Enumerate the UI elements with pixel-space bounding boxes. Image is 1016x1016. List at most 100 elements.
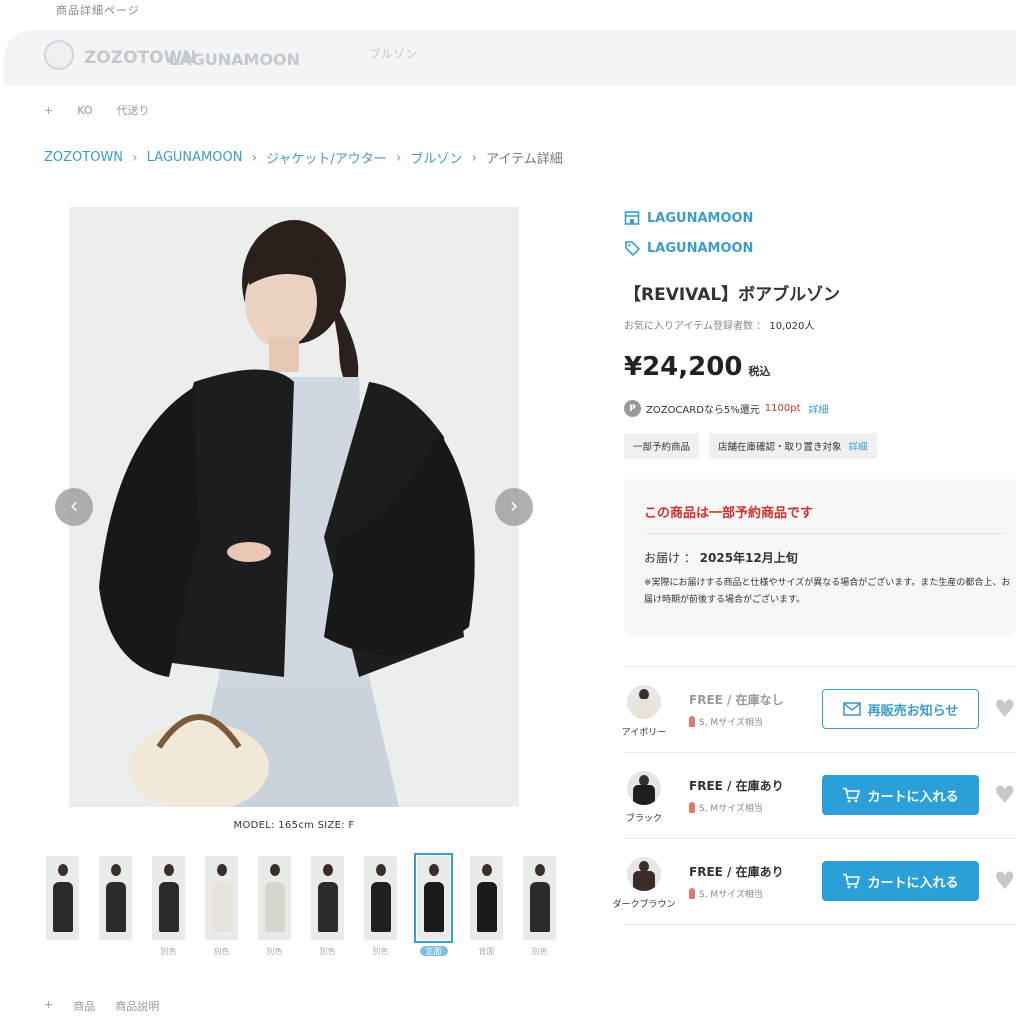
thumbnail-label: 別色	[319, 947, 336, 956]
thumbnail-image[interactable]	[99, 856, 132, 940]
delivery-value: 2025年12月上旬	[699, 551, 798, 565]
thumbnail-item[interactable]: 別色	[152, 856, 185, 956]
color-swatch-group[interactable]: ダークブラウン	[613, 857, 676, 910]
color-swatch-group[interactable]: ブラック	[624, 771, 664, 824]
color-swatch[interactable]	[627, 857, 661, 891]
thumbnail-model-head	[58, 864, 68, 876]
fit-text: S, Mサイズ相当	[699, 890, 763, 900]
thumbnail-item[interactable]: 別色	[258, 856, 291, 956]
brand-shop-link[interactable]: LAGUNAMOON	[624, 210, 753, 226]
thumbnail-label: 別色	[372, 947, 389, 956]
bottom-tab[interactable]: +	[44, 998, 53, 1014]
color-swatch[interactable]	[627, 771, 661, 805]
preorder-notice: この商品は一部予約商品です お届け ： 2025年12月上旬 ※実際にお届けする…	[624, 479, 1016, 636]
bottom-tab[interactable]: 商品	[73, 998, 95, 1014]
gallery-prev-button[interactable]: ‹	[55, 488, 93, 526]
thumbnail-model-head	[164, 864, 174, 876]
thumbnail-label: 別色	[266, 947, 283, 956]
cart-icon	[843, 873, 861, 889]
add-to-cart-button[interactable]: カートに入れる	[822, 775, 979, 815]
chevron-right-icon: ›	[132, 149, 138, 166]
cart-icon	[843, 787, 861, 803]
breadcrumb: ZOZOTOWN › LAGUNAMOON › ジャケット/アウター › ブルゾ…	[44, 148, 563, 168]
bottom-tab[interactable]: 商品説明	[115, 998, 159, 1014]
points-detail-link[interactable]: 詳細	[809, 401, 829, 416]
sub-nav: + KO 代送り	[44, 102, 150, 118]
thumbnail-item[interactable]: 正面	[414, 853, 453, 956]
heart-icon[interactable]: ♥	[994, 697, 1016, 721]
person-icon	[689, 888, 695, 899]
brand-tag-label: LAGUNAMOON	[647, 240, 754, 256]
thumbnail-item[interactable]: 別色	[364, 856, 397, 956]
points-icon: P	[624, 400, 641, 417]
product-title: 【REVIVAL】ボアブルゾン	[624, 285, 841, 305]
thumbnail-model-body	[371, 882, 391, 932]
color-name: アイボリー	[621, 728, 667, 738]
model-photo-illustration	[69, 207, 519, 807]
thumbnail-item[interactable]	[46, 856, 79, 956]
stock-status: FREE / 在庫あり	[689, 779, 784, 793]
tag-detail-link[interactable]: 詳細	[849, 442, 868, 453]
breadcrumb-link-zozotown[interactable]: ZOZOTOWN	[44, 150, 123, 165]
header-brand-name[interactable]: LAGUNAMOON	[169, 50, 300, 69]
thumbnail-item[interactable]: 別色	[523, 856, 556, 956]
fit-text: S, Mサイズ相当	[699, 718, 763, 728]
thumbnail-label: 正面	[419, 946, 448, 956]
thumbnail-image[interactable]	[46, 856, 79, 940]
thumbnail-item[interactable]: 別色	[311, 856, 344, 956]
stock-status: FREE / 在庫あり	[689, 865, 784, 879]
points-row: P ZOZOCARDなら5%還元 1100pt 詳細	[624, 400, 829, 417]
logo-icon[interactable]	[44, 40, 74, 70]
shop-icon	[624, 211, 640, 225]
thumbnail-item[interactable]: 別色	[205, 856, 238, 956]
thumbnail-model-head	[482, 864, 492, 876]
thumbnail-model-head	[217, 864, 227, 876]
color-swatch[interactable]	[627, 685, 661, 719]
site-header: ZOZOTOWN LAGUNAMOON ブルゾン	[4, 30, 1016, 86]
sub-nav-item[interactable]: 代送り	[117, 102, 150, 118]
thumbnail-label: 別色	[213, 947, 230, 956]
restock-notify-button[interactable]: 再販売お知らせ	[822, 689, 979, 729]
thumbnail-item[interactable]: 背面	[470, 856, 503, 956]
person-icon	[689, 802, 695, 813]
preorder-title: この商品は一部予約商品です	[644, 506, 814, 521]
heart-icon[interactable]: ♥	[994, 869, 1016, 893]
thumbnail-model-head	[323, 864, 333, 876]
thumbnail-model-body	[265, 882, 285, 932]
thumbnail-label: 背面	[478, 947, 495, 956]
tag-store-stock: 店舗在庫確認・取り置き対象 詳細	[709, 433, 877, 459]
gallery-next-button[interactable]: ›	[495, 488, 533, 526]
thumbnail-image[interactable]	[364, 856, 397, 940]
preorder-note: ※実際にお届けする商品と仕様やサイズが異なる場合がございます。また生産の都合上、…	[644, 578, 1011, 605]
fit-info: S, Mサイズ相当	[689, 715, 763, 728]
thumbnail-model-head	[376, 864, 386, 876]
points-value: 1100pt	[764, 403, 801, 414]
points-text: ZOZOCARDなら5%還元	[646, 405, 760, 416]
breadcrumb-link-category[interactable]: ジャケット/アウター	[266, 148, 387, 167]
thumbnail-image[interactable]	[523, 856, 556, 940]
color-swatch-group[interactable]: アイボリー	[621, 685, 667, 738]
add-to-cart-button[interactable]: カートに入れる	[822, 861, 979, 901]
breadcrumb-link-subcategory[interactable]: ブルゾン	[410, 148, 462, 167]
header-category[interactable]: ブルゾン	[369, 45, 417, 62]
thumbnail-item[interactable]	[99, 856, 132, 956]
brand-shop-label: LAGUNAMOON	[647, 210, 754, 226]
sub-nav-item[interactable]: KO	[77, 104, 92, 117]
thumbnail-image[interactable]	[205, 856, 238, 940]
fit-text: S, Mサイズ相当	[699, 804, 763, 814]
thumbnail-image[interactable]	[258, 856, 291, 940]
fit-info: S, Mサイズ相当	[689, 887, 763, 900]
thumbnail-image[interactable]	[152, 856, 185, 940]
thumbnail-image[interactable]	[311, 856, 344, 940]
main-product-image[interactable]	[69, 207, 519, 807]
sub-nav-item[interactable]: +	[44, 104, 53, 117]
brand-tag-link[interactable]: LAGUNAMOON	[624, 240, 753, 256]
thumbnail-image[interactable]	[470, 856, 503, 940]
top-note: 商品詳細ページ	[56, 4, 140, 17]
bottom-section-tabs: + 商品 商品説明	[44, 998, 159, 1014]
tax-label: 税込	[748, 365, 771, 378]
thumbnail-image[interactable]	[414, 853, 453, 943]
heart-icon[interactable]: ♥	[994, 783, 1016, 807]
thumbnail-model-head	[535, 864, 545, 876]
breadcrumb-link-brand[interactable]: LAGUNAMOON	[147, 150, 243, 165]
